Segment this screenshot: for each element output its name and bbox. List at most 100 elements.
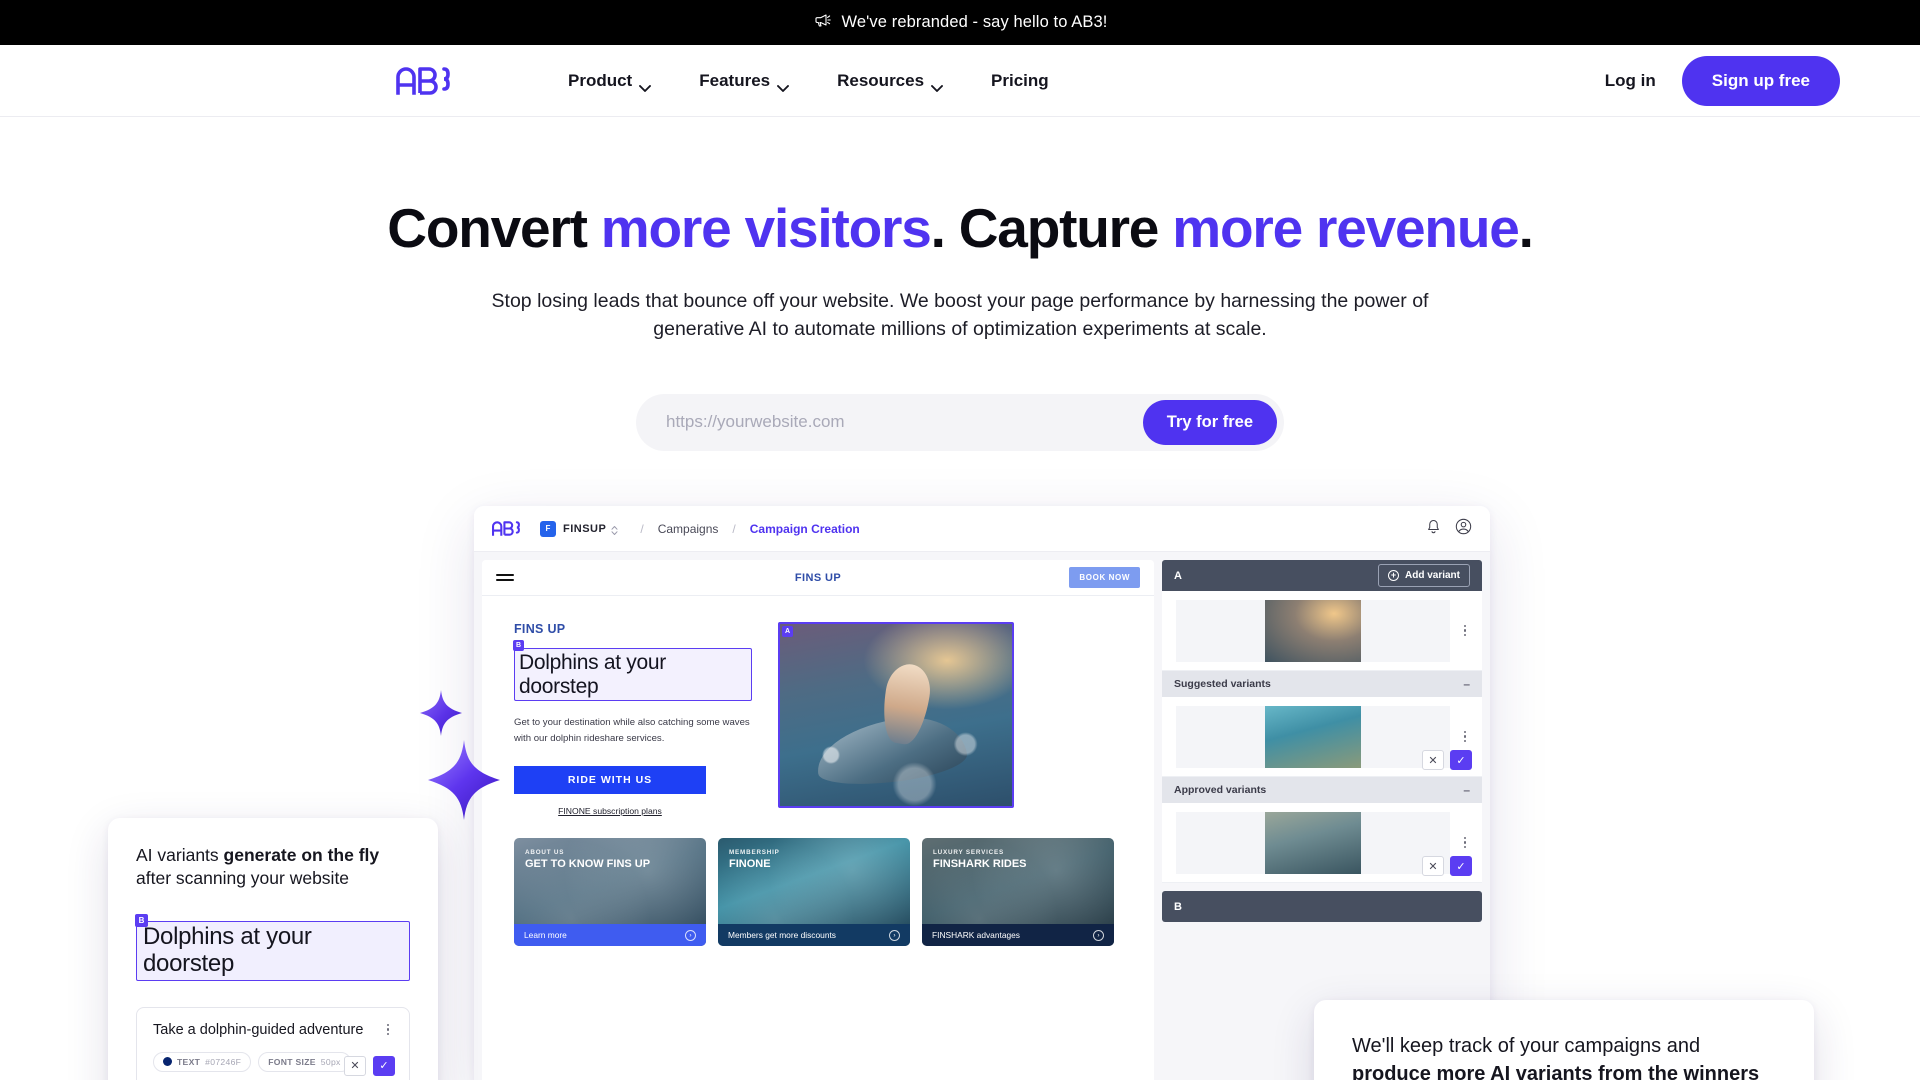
nav-actions: Log in Sign up free — [1605, 55, 1840, 106]
plus-circle-icon: + — [1387, 570, 1399, 581]
product-screenshot: F FINSUP / Campaigns / Campaign Creation — [474, 506, 1490, 1080]
try-for-free-button[interactable]: Try for free — [1142, 399, 1277, 445]
card-title: FINONE — [729, 858, 771, 871]
login-link[interactable]: Log in — [1605, 71, 1656, 91]
website-url-input[interactable] — [666, 412, 1143, 433]
feature-card-left-title: AI variants generate on the fly after sc… — [136, 844, 410, 891]
variant-suggestion-title: Take a dolphin-guided adventure — [153, 1021, 364, 1038]
app-logo-icon[interactable] — [492, 521, 522, 536]
preview-card[interactable]: MEMBERSHIP FINONE Members get more disco… — [718, 838, 910, 947]
nav-item-product[interactable]: Product — [544, 63, 675, 99]
preview-card[interactable]: ABOUT US GET TO KNOW FINS UP Learn more … — [514, 838, 706, 947]
account-circle-icon[interactable] — [1455, 518, 1472, 540]
chevron-right-icon: › — [685, 929, 696, 941]
book-now-button[interactable]: BOOK NOW — [1069, 567, 1140, 588]
reject-variant-button[interactable]: ✕ — [1422, 750, 1444, 770]
nav-item-pricing[interactable]: Pricing — [967, 63, 1073, 99]
chevron-right-icon: › — [889, 929, 900, 941]
banner-text: We've rebranded - say hello to AB3! — [841, 13, 1108, 31]
ride-with-us-button[interactable]: RIDE WITH US — [514, 766, 706, 795]
chevron-down-icon — [931, 77, 943, 92]
landing-page: We've rebranded - say hello to AB3! Prod… — [0, 0, 1920, 1080]
text-color-chip[interactable]: TEXT #07246F — [153, 1051, 252, 1072]
variant-thumbnail — [1265, 811, 1361, 874]
add-variant-label: Add variant — [1404, 570, 1460, 581]
font-size-chip[interactable]: FONT SIZE 50px — [258, 1051, 351, 1072]
preview-paragraph: Get to your destination while also catch… — [514, 717, 750, 744]
card-kicker: MEMBERSHIP — [729, 849, 780, 857]
card-kicker: LUXURY SERVICES — [933, 849, 1005, 857]
approve-variant-button[interactable]: ✓ — [1450, 856, 1472, 876]
variant-suggestion-actions: ✕ ✓ — [344, 1055, 395, 1076]
sparkle-small-icon — [420, 690, 462, 736]
hamburger-menu-icon[interactable] — [496, 571, 514, 584]
reject-variant-button[interactable]: ✕ — [1422, 856, 1444, 876]
variant-thumb-wrap — [1176, 705, 1450, 768]
fcl-title-post: after scanning your website — [136, 868, 350, 889]
card-footer[interactable]: Members get more discounts › — [718, 924, 910, 947]
card-footer[interactable]: Learn more › — [514, 924, 706, 947]
text-chip-value: #07246F — [205, 1056, 242, 1067]
variant-row[interactable]: ✕ ✓ — [1162, 697, 1482, 777]
announcement-banner[interactable]: We've rebranded - say hello to AB3! — [0, 0, 1920, 45]
breadcrumb-campaign-creation[interactable]: Campaign Creation — [750, 522, 860, 536]
more-options-icon[interactable] — [1458, 836, 1472, 849]
breadcrumb-campaigns[interactable]: Campaigns — [658, 522, 719, 536]
add-variant-button[interactable]: + Add variant — [1377, 564, 1470, 587]
fcr-text-pre: We'll keep track of your campaigns and — [1352, 1035, 1701, 1057]
preview-headline-edit-box[interactable]: B Dolphins at your doorstep — [513, 640, 752, 702]
card-footer[interactable]: FINSHARK advantages › — [922, 924, 1114, 947]
approve-variant-button[interactable]: ✓ — [1450, 750, 1472, 770]
subscription-plans-link[interactable]: FINONE subscription plans — [514, 806, 706, 816]
preview-card[interactable]: LUXURY SERVICES FINSHARK RIDES FINSHARK … — [922, 838, 1114, 947]
accept-suggestion-button[interactable]: ✓ — [373, 1055, 395, 1076]
reject-suggestion-button[interactable]: ✕ — [344, 1055, 366, 1076]
main-navigation: Product Features Resources Pricing Log i… — [0, 45, 1920, 117]
more-options-icon[interactable] — [1458, 730, 1472, 743]
ab3-logo[interactable] — [396, 66, 454, 95]
bell-icon[interactable] — [1426, 519, 1441, 539]
preview-hero: FINS UP B Dolphins at your doorstep Get … — [482, 596, 1154, 816]
variant-group-b-header: B — [1162, 891, 1482, 922]
preview-eyebrow: FINS UP — [514, 622, 566, 636]
preview-hero-image[interactable]: A — [778, 622, 1014, 808]
chevron-down-icon — [639, 77, 652, 92]
preview-card-row: ABOUT US GET TO KNOW FINS UP Learn more … — [482, 816, 1154, 947]
nav-item-pricing-label: Pricing — [991, 70, 1049, 90]
variant-row[interactable]: ✕ ✓ — [1162, 803, 1482, 883]
font-size-chip-label: FONT SIZE — [268, 1056, 316, 1067]
app-topbar: F FINSUP / Campaigns / Campaign Creation — [474, 506, 1490, 552]
more-options-icon[interactable] — [1458, 624, 1472, 637]
card-heading-group: ABOUT US GET TO KNOW FINS UP — [525, 849, 650, 870]
headline-part-1: Convert — [387, 197, 601, 259]
preview-hero-left: FINS UP B Dolphins at your doorstep Get … — [513, 622, 752, 816]
more-options-icon[interactable] — [381, 1023, 395, 1036]
headline-edit-highlight[interactable]: B Dolphins at your doorstep — [135, 913, 410, 981]
feature-card-right-text: We'll keep track of your campaigns and p… — [1352, 1032, 1776, 1080]
nav-item-resources-label: Resources — [837, 70, 925, 90]
nav-item-features[interactable]: Features — [675, 63, 813, 99]
variant-suggestion-card: Take a dolphin-guided adventure TEXT #07… — [136, 1006, 410, 1080]
suggested-variants-label: Suggested variants — [1174, 678, 1271, 690]
approved-variants-header[interactable]: Approved variants – — [1162, 777, 1482, 803]
card-footer-label: Members get more discounts — [728, 930, 836, 941]
approved-variants-label: Approved variants — [1174, 784, 1267, 796]
workspace-badge: F — [540, 520, 556, 537]
color-swatch-icon — [163, 1057, 172, 1067]
suggested-variants-header[interactable]: Suggested variants – — [1162, 671, 1482, 697]
variant-row[interactable] — [1162, 591, 1482, 671]
feature-card-right: We'll keep track of your campaigns and p… — [1314, 1000, 1814, 1080]
nav-links: Product Features Resources Pricing — [544, 63, 1073, 99]
font-size-chip-value: 50px — [320, 1056, 341, 1067]
workspace-selector-icon[interactable] — [611, 523, 618, 535]
preview-brand: FINS UP — [794, 571, 842, 584]
fcl-title-bold: generate on the fly — [223, 845, 380, 865]
sparkle-large-icon — [428, 740, 500, 820]
collapse-icon[interactable]: – — [1463, 783, 1470, 797]
workspace-name[interactable]: FINSUP — [563, 523, 606, 535]
collapse-icon[interactable]: – — [1463, 677, 1470, 691]
nav-item-resources[interactable]: Resources — [813, 63, 967, 99]
page-title: Convert more visitors. Capture more reve… — [0, 197, 1920, 259]
signup-button[interactable]: Sign up free — [1681, 55, 1840, 106]
card-heading-group: LUXURY SERVICES FINSHARK RIDES — [933, 849, 1027, 870]
